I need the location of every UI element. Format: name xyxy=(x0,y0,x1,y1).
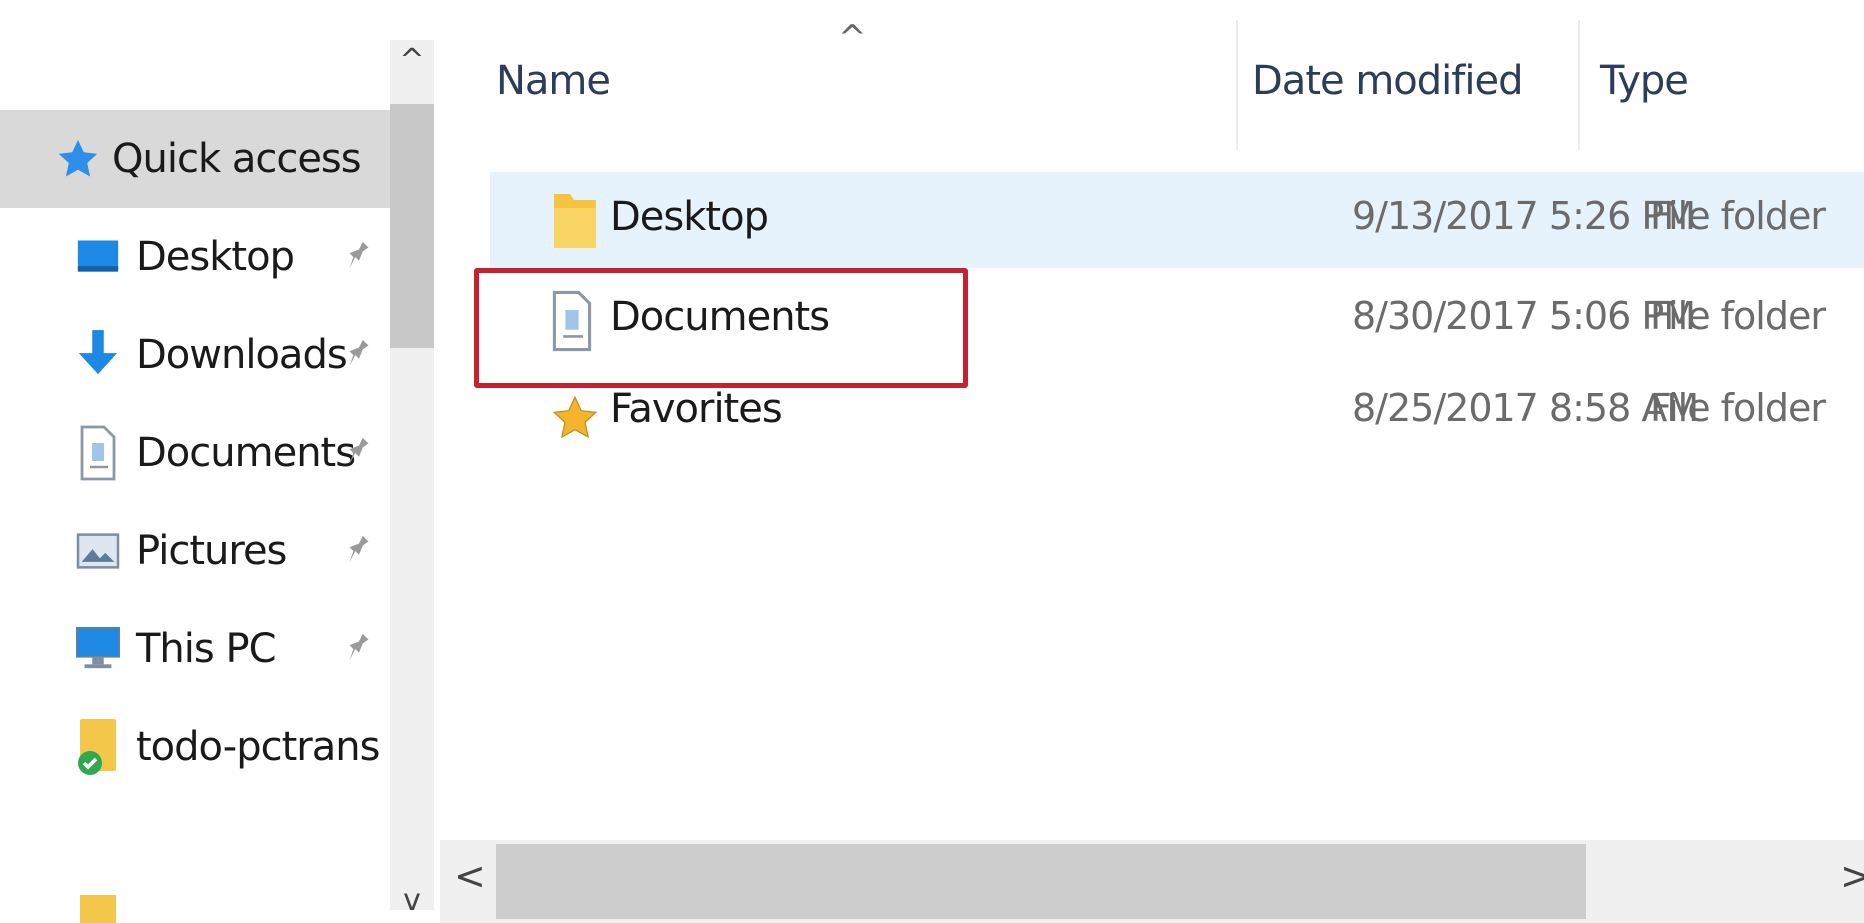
star-icon xyxy=(550,390,600,452)
file-row-desktop[interactable]: Desktop 9/13/2017 5:26 PM File folder xyxy=(490,172,1864,268)
pin-icon[interactable] xyxy=(344,237,374,277)
nav-item-label: Quick access xyxy=(112,136,362,182)
nav-scrollbar[interactable]: ^ v xyxy=(390,40,434,918)
desktop-icon xyxy=(74,229,122,285)
download-icon xyxy=(74,327,122,383)
pin-icon[interactable] xyxy=(344,335,374,375)
horizontal-scrollbar[interactable]: < > xyxy=(440,840,1864,923)
nav-item-downloads[interactable]: Downloads xyxy=(0,306,390,404)
horizontal-scroll-thumb[interactable] xyxy=(496,844,1586,919)
file-type: File folder xyxy=(1650,386,1826,430)
pin-icon[interactable] xyxy=(344,433,374,473)
documents-icon xyxy=(74,425,122,481)
file-list-pane: ^ Name Date modified Type Desktop 9/13/2… xyxy=(440,0,1864,923)
scroll-left-button[interactable]: < xyxy=(454,854,486,898)
pin-icon[interactable] xyxy=(344,629,374,669)
nav-item-label: todo-pctrans xyxy=(136,724,380,770)
navigation-pane: Quick access Desktop Downloads Documents xyxy=(0,0,395,923)
highlight-box xyxy=(474,268,968,388)
nav-item-documents[interactable]: Documents xyxy=(0,404,390,502)
column-header-date-modified[interactable]: Date modified xyxy=(1252,58,1523,104)
scroll-right-button[interactable]: > xyxy=(1840,854,1864,898)
nav-item-label: This PC xyxy=(136,626,277,672)
nav-item-label: Pictures xyxy=(136,528,287,574)
nav-scroll-thumb[interactable] xyxy=(390,104,434,348)
nav-item-label: Documents xyxy=(136,430,356,476)
nav-item-this-pc[interactable]: This PC xyxy=(0,600,390,698)
nav-item-quick-access[interactable]: Quick access xyxy=(0,110,390,208)
nav-item-todo-pctrans[interactable]: todo-pctrans xyxy=(0,698,390,796)
scroll-down-button[interactable]: v xyxy=(390,880,434,920)
file-type: File folder xyxy=(1650,194,1826,238)
nav-item-pictures[interactable]: Pictures xyxy=(0,502,390,600)
pin-icon[interactable] xyxy=(344,531,374,571)
nav-item-label: Downloads xyxy=(136,332,348,378)
column-divider[interactable] xyxy=(1236,20,1238,150)
pictures-icon xyxy=(74,523,122,579)
file-type: File folder xyxy=(1650,294,1826,338)
folder-icon xyxy=(550,190,600,252)
file-date-modified: 8/30/2017 5:06 PM xyxy=(1352,294,1696,338)
file-date-modified: 9/13/2017 5:26 PM xyxy=(1352,194,1696,238)
file-date-modified: 8/25/2017 8:58 AM xyxy=(1352,386,1699,430)
column-divider[interactable] xyxy=(1578,20,1580,150)
column-header-type[interactable]: Type xyxy=(1600,58,1689,104)
file-name: Favorites xyxy=(610,386,783,432)
file-name: Desktop xyxy=(610,194,769,240)
folder-icon xyxy=(80,895,116,923)
column-header-name[interactable]: Name xyxy=(496,58,611,104)
nav-item-label: Desktop xyxy=(136,234,295,280)
scroll-up-button[interactable]: ^ xyxy=(390,40,434,80)
computer-icon xyxy=(74,621,122,677)
synced-folder-icon xyxy=(74,719,122,775)
nav-item-desktop[interactable]: Desktop xyxy=(0,208,390,306)
sort-ascending-icon: ^ xyxy=(838,18,867,58)
star-icon xyxy=(54,131,102,187)
